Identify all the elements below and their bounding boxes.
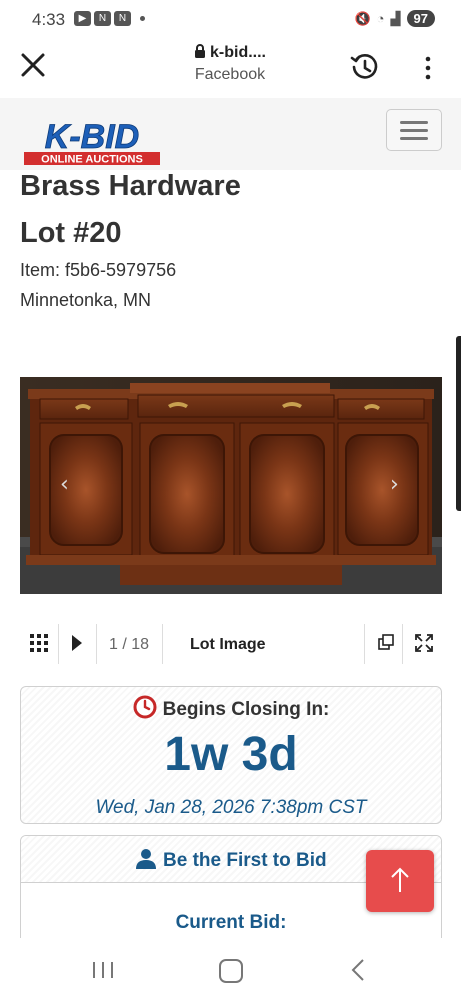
current-bid-label: Current Bid:: [175, 912, 287, 933]
notification-icons: ▶ N N: [74, 11, 145, 26]
previous-image-icon[interactable]: ‹: [60, 472, 69, 497]
sideboard-photo: ‹ ›: [20, 377, 442, 594]
wifi-icon: ◔: [376, 11, 385, 26]
url-display[interactable]: k-bid.... Facebook: [150, 44, 310, 84]
battery-level: 97: [406, 10, 435, 27]
slideshow-play-icon[interactable]: [70, 634, 84, 652]
mute-icon: 🔇: [354, 10, 371, 26]
close-icon[interactable]: [20, 52, 46, 78]
edge-panel-handle[interactable]: [456, 336, 461, 511]
more-notifications-icon: [140, 16, 145, 21]
user-icon: [136, 849, 156, 869]
svg-text:ONLINE AUCTIONS: ONLINE AUCTIONS: [41, 154, 143, 166]
video-app-icon: ▶: [74, 11, 91, 26]
lot-title: Brass Hardware: [20, 170, 241, 202]
recent-apps-icon[interactable]: [92, 960, 114, 980]
system-icons: 🔇 ◔ ▟ 97: [354, 10, 435, 27]
status-bar: 4:33 ▶ N N 🔇 ◔ ▟ 97: [0, 0, 461, 40]
more-options-icon[interactable]: [418, 54, 438, 82]
item-id: Item: f5b6-5979756: [20, 260, 177, 280]
url-source: Facebook: [194, 66, 266, 83]
first-bid-label: Be the First to Bid: [163, 850, 327, 871]
lot-image[interactable]: ‹ ›: [20, 377, 442, 594]
closing-date: Wed, Jan 28, 2026 7:38pm CST: [95, 797, 367, 818]
item-location: Minnetonka, MN: [20, 290, 152, 310]
back-icon[interactable]: [350, 958, 366, 982]
svg-text:K-BID: K-BID: [45, 118, 139, 156]
url-text: k-bid....: [150, 44, 310, 62]
closing-label: Begins Closing In:: [21, 695, 441, 721]
closing-timer-panel: Begins Closing In: 1w 3d Wed, Jan 28, 20…: [20, 686, 442, 824]
fullscreen-icon[interactable]: [415, 634, 433, 652]
clock-icon: [133, 695, 157, 719]
url-label: k-bid....: [210, 44, 266, 61]
app-notification-icon: N: [94, 11, 111, 26]
in-app-browser-bar: k-bid.... Facebook: [0, 40, 461, 98]
next-image-icon[interactable]: ›: [390, 472, 399, 497]
image-counter: 1 / 18: [109, 636, 150, 653]
system-navigation-bar: [0, 938, 461, 1000]
signal-icon: ▟: [390, 10, 401, 26]
menu-button[interactable]: [386, 109, 442, 151]
thumbnail-grid-icon[interactable]: [30, 634, 48, 652]
image-toolbar: 1 / 18 Lot Image: [20, 622, 442, 666]
closing-label-text: Begins Closing In:: [162, 699, 330, 720]
site-header: K-BID ONLINE AUCTIONS: [0, 98, 461, 170]
lock-icon: [195, 44, 205, 58]
status-time: 4:33: [32, 10, 66, 29]
history-icon[interactable]: [350, 52, 380, 82]
arrow-up-icon: [391, 867, 409, 892]
countdown-value: 1w 3d: [164, 728, 298, 781]
kbid-logo[interactable]: K-BID ONLINE AUCTIONS: [24, 118, 160, 166]
scroll-to-top-button[interactable]: [366, 850, 434, 912]
home-icon[interactable]: [219, 959, 243, 983]
open-new-window-icon[interactable]: [378, 634, 394, 650]
lot-number: Lot #20: [20, 217, 122, 249]
app-notification-icon-2: N: [114, 11, 131, 26]
image-label: Lot Image: [190, 636, 266, 653]
